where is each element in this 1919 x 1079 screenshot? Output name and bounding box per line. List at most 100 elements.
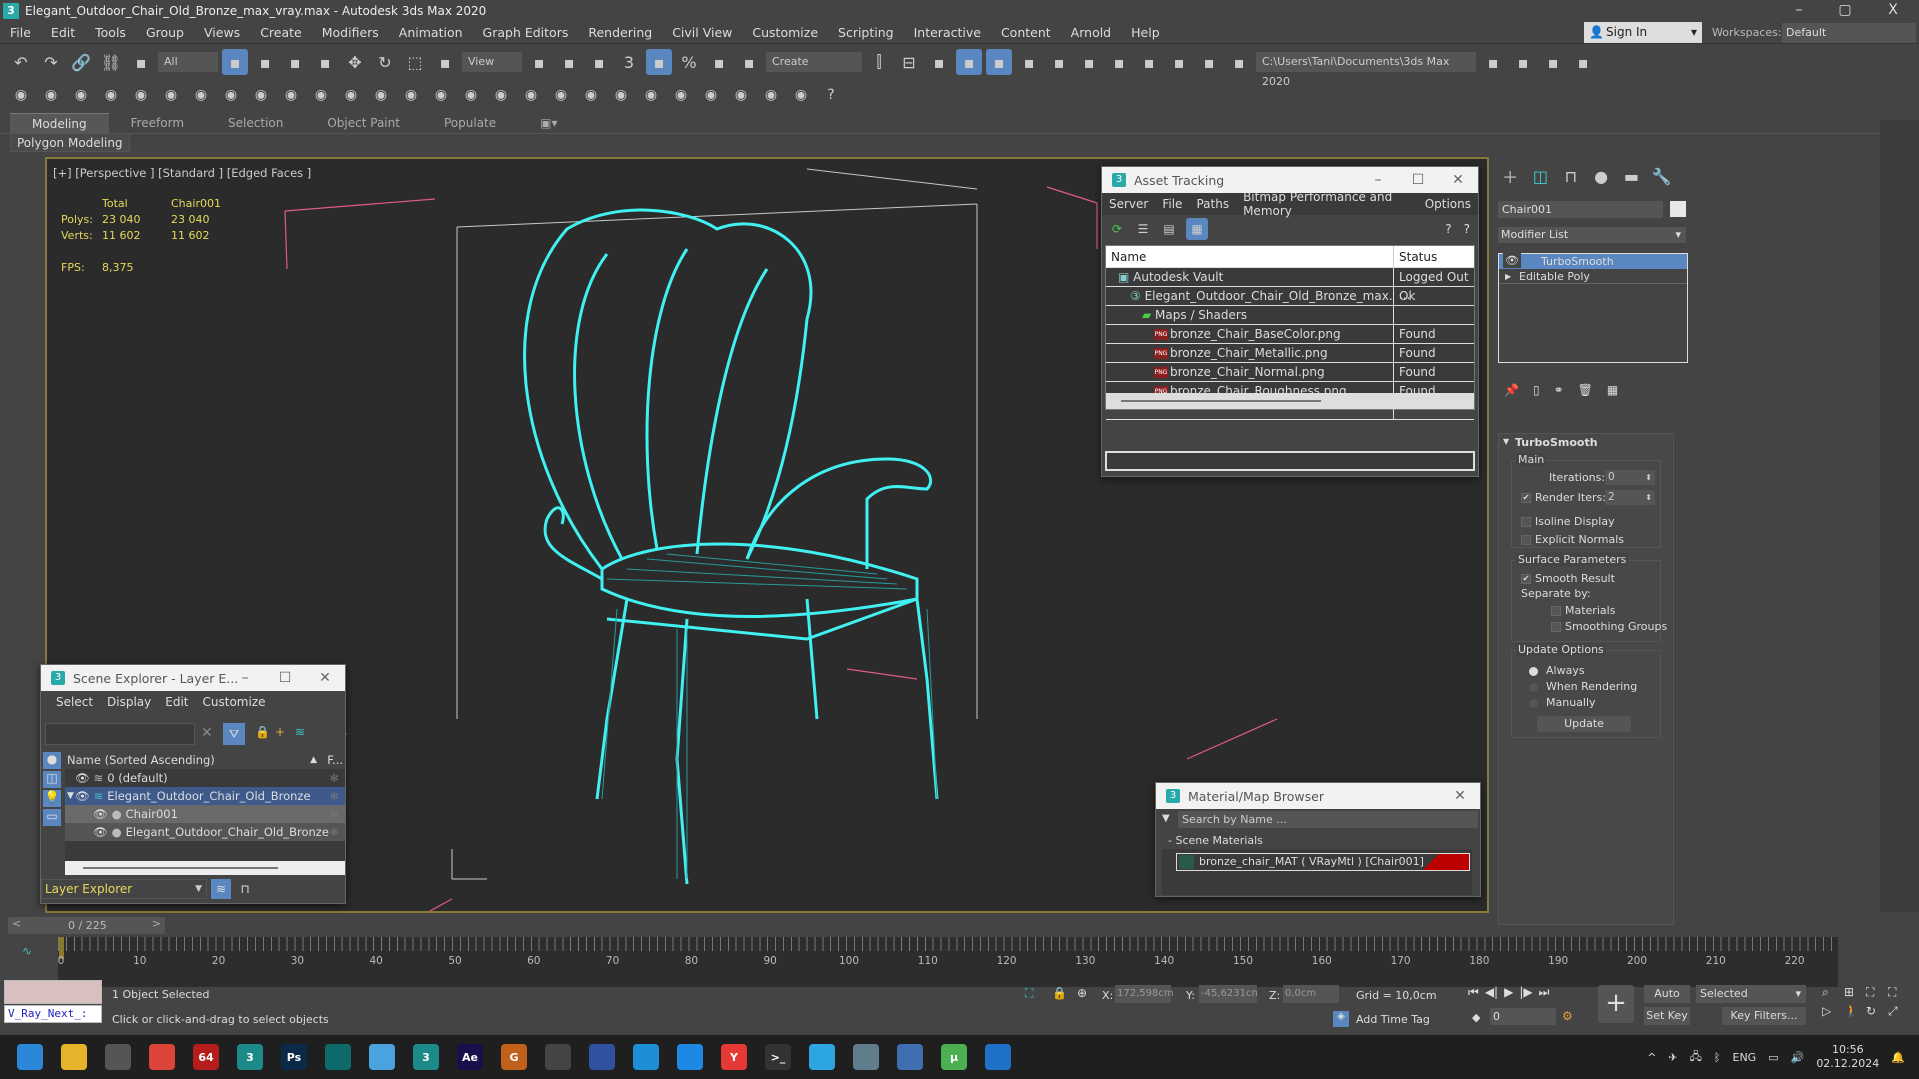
manipulate-icon[interactable]: ▪: [556, 49, 582, 75]
modify-tab-icon[interactable]: ◫: [1528, 163, 1552, 189]
visibility-eye-icon[interactable]: 👁: [75, 789, 90, 803]
y-coordinate-field[interactable]: -45,6231cm: [1199, 985, 1257, 1003]
vray-camera-icon[interactable]: ◉: [188, 82, 214, 108]
vray-plane-light-icon[interactable]: ◉: [278, 82, 304, 108]
add-layer-icon[interactable]: +: [275, 725, 285, 739]
selection-filter-dropdown[interactable]: All: [158, 52, 218, 72]
vray-instancer-icon[interactable]: ◉: [518, 82, 544, 108]
bluetooth-icon[interactable]: ᛒ: [1714, 1051, 1721, 1064]
isolate-selection-icon[interactable]: ⛶: [1025, 986, 1033, 1001]
menu-scripting[interactable]: Scripting: [828, 25, 904, 40]
horizontal-scrollbar[interactable]: [1106, 393, 1474, 409]
teapot-icon[interactable]: ◉: [8, 82, 34, 108]
zoom-icon[interactable]: ⌕: [1822, 985, 1844, 1000]
bind-space-warp-icon[interactable]: ▪: [128, 49, 154, 75]
table-row[interactable]: PNG bronze_Chair_BaseColor.png Found: [1106, 325, 1474, 344]
column-name[interactable]: Name (Sorted Ascending): [67, 753, 215, 767]
vray-clipper-icon[interactable]: ◉: [548, 82, 574, 108]
render-setup-icon[interactable]: ▪: [1136, 49, 1162, 75]
maxscript-listener-pink[interactable]: [4, 980, 102, 1004]
vray-frame-buffer-icon[interactable]: ◉: [68, 82, 94, 108]
menu-tools[interactable]: Tools: [85, 25, 136, 40]
isoline-display-checkbox[interactable]: Isoline Display: [1521, 515, 1615, 528]
go-to-end-icon[interactable]: ⏭: [1539, 985, 1550, 1000]
layer-explorer-mode-icon[interactable]: ≋: [211, 879, 231, 899]
material-browser-titlebar[interactable]: 3 Material/Map Browser ✕: [1156, 783, 1480, 809]
browser-options-icon[interactable]: ▼: [1162, 813, 1170, 824]
project-folder-dropdown[interactable]: C:\Users\Tani\Documents\3ds Max 2020: [1256, 52, 1476, 88]
app-blue-icon[interactable]: [677, 1044, 703, 1070]
scene-search-input[interactable]: [45, 723, 195, 745]
save-app-icon[interactable]: [589, 1044, 615, 1070]
maxscript-mini-listener[interactable]: V_Ray_Next_:: [4, 1005, 102, 1023]
close-button[interactable]: X: [1870, 0, 1916, 22]
asset-menu-4[interactable]: Options: [1418, 197, 1478, 211]
link-icon[interactable]: 🔗: [68, 49, 94, 75]
terminal-icon[interactable]: >_: [765, 1044, 791, 1070]
render-icon[interactable]: ▪: [1196, 49, 1222, 75]
hierarchy-tab-icon[interactable]: ⊓: [1559, 163, 1583, 189]
app-download-icon[interactable]: [897, 1044, 923, 1070]
object-name-field[interactable]: Chair001: [1498, 201, 1663, 218]
workspace-dropdown[interactable]: Default: [1782, 23, 1916, 43]
render-iters-checkbox[interactable]: ✔ Render Iters:: [1521, 491, 1606, 504]
maximize-viewport-icon[interactable]: ⤢: [1888, 1004, 1910, 1019]
vray-proxy-icon[interactable]: ◉: [488, 82, 514, 108]
visibility-eye-icon[interactable]: 👁: [93, 807, 108, 821]
set-key-big-icon[interactable]: +: [1598, 985, 1634, 1023]
table-row[interactable]: PNG bronze_Chair_Normal.png Found: [1106, 363, 1474, 382]
explicit-normals-checkbox[interactable]: Explicit Normals: [1521, 533, 1624, 546]
vray-fur-icon[interactable]: ◉: [578, 82, 604, 108]
3dsmax-active-icon[interactable]: 3: [413, 1044, 439, 1070]
close-button[interactable]: ✕: [1440, 783, 1480, 809]
manually-radio[interactable]: Manually: [1529, 696, 1596, 709]
rotate-icon[interactable]: ↻: [372, 49, 398, 75]
spinner-arrows-icon[interactable]: ⬍: [1645, 470, 1652, 485]
spinner-arrows-icon[interactable]: ⬍: [1645, 490, 1652, 505]
help-icon[interactable]: ?: [818, 82, 844, 108]
mirror-icon[interactable]: ⫿: [866, 49, 892, 75]
geometry-filter-icon[interactable]: ●: [43, 752, 61, 769]
curve-editor-toggle-icon[interactable]: ∿: [22, 944, 32, 958]
time-config-icon[interactable]: ⚙: [1562, 1009, 1573, 1023]
pin-stack-icon[interactable]: 📌: [1504, 383, 1519, 397]
clear-search-icon[interactable]: ✕: [201, 725, 213, 741]
notepad-icon[interactable]: [369, 1044, 395, 1070]
percent-snap-icon[interactable]: %: [676, 49, 702, 75]
modifier-list-dropdown[interactable]: Modifier List ▾: [1498, 227, 1686, 243]
move-icon[interactable]: ✥: [342, 49, 368, 75]
when-rendering-radio[interactable]: When Rendering: [1529, 680, 1637, 693]
vray-displacement-icon[interactable]: ◉: [668, 82, 694, 108]
menu-help[interactable]: Help: [1121, 25, 1170, 40]
key-filters-button[interactable]: Key Filters...: [1722, 1007, 1806, 1025]
vray-fur-grass-icon[interactable]: ◉: [608, 82, 634, 108]
time-slider[interactable]: < 0 / 225 >: [8, 917, 165, 934]
asset-path-field[interactable]: [1105, 451, 1475, 471]
smoothing-groups-checkbox[interactable]: Smoothing Groups: [1551, 620, 1667, 633]
configure-modifier-sets-icon[interactable]: ▦: [1607, 383, 1618, 397]
schematic-view-icon[interactable]: ▪: [1076, 49, 1102, 75]
material-editor-icon[interactable]: ▪: [1106, 49, 1132, 75]
walk-through-icon[interactable]: 🚶: [1844, 1004, 1866, 1019]
scene-materials-group[interactable]: - Scene Materials: [1162, 833, 1472, 849]
key-mode-icon[interactable]: ◆: [1472, 1011, 1480, 1024]
make-unique-icon[interactable]: ⚭: [1554, 383, 1564, 397]
vray-dome-light-icon[interactable]: ◉: [308, 82, 334, 108]
render-iters-spinner[interactable]: 2 ⬍: [1605, 490, 1655, 505]
orbit-icon[interactable]: ↻: [1866, 1004, 1888, 1019]
list-view-icon[interactable]: ☰: [1134, 220, 1152, 238]
app-g-icon[interactable]: G: [501, 1044, 527, 1070]
maximize-button[interactable]: ☐: [265, 665, 305, 691]
scene-explorer-icon[interactable]: ▪: [926, 49, 952, 75]
menu-modifiers[interactable]: Modifiers: [312, 25, 389, 40]
time-tag-icon[interactable]: ◈: [1333, 1011, 1349, 1027]
motion-tab-icon[interactable]: ●: [1589, 163, 1613, 189]
table-row[interactable]: PNG bronze_Chair_Metallic.png Found: [1106, 344, 1474, 363]
table-row[interactable]: ▰ Maps / Shaders: [1106, 306, 1474, 325]
close-button[interactable]: ✕: [1438, 167, 1478, 193]
set-key-button[interactable]: Set Key: [1644, 1007, 1690, 1025]
after-effects-icon[interactable]: Ae: [457, 1044, 483, 1070]
field-of-view-icon[interactable]: ▷: [1822, 1004, 1844, 1019]
app-search-icon[interactable]: [545, 1044, 571, 1070]
ribbon-options-icon[interactable]: ▣▾: [518, 113, 579, 133]
